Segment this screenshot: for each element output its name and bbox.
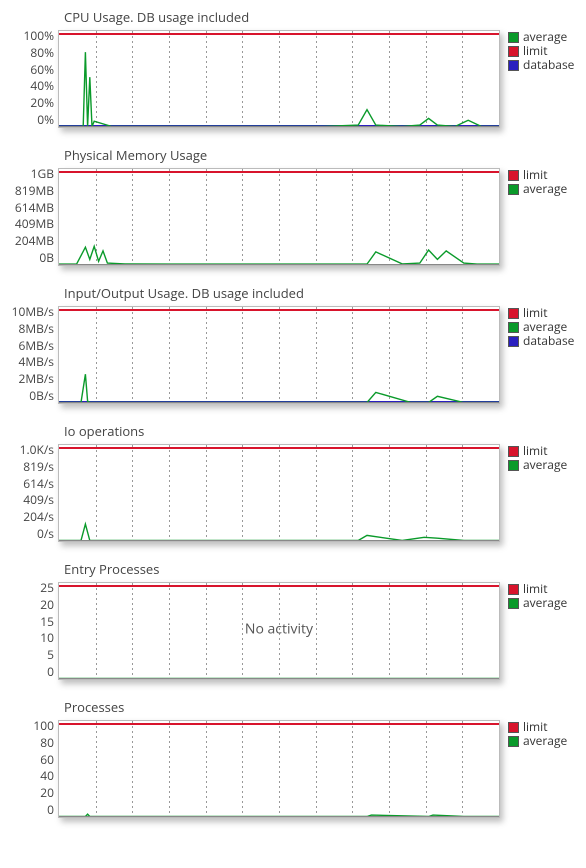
y-tick: 4MB/s xyxy=(18,356,54,368)
y-tick: 40 xyxy=(40,770,54,782)
average-swatch-icon xyxy=(508,184,519,195)
limit-swatch-icon xyxy=(508,46,519,57)
chart-ep: Entry Processes 25 20 15 10 5 0 No activitylimi… xyxy=(4,560,582,680)
legend-label: average xyxy=(523,734,567,748)
y-tick: 100% xyxy=(23,30,54,42)
y-tick: 20 xyxy=(40,599,54,611)
y-tick: 1.0K/s xyxy=(20,444,54,456)
y-tick: 409/s xyxy=(23,494,54,506)
plot-area xyxy=(58,720,500,818)
legend: limitaverage xyxy=(500,720,562,748)
legend-item-average: average xyxy=(508,182,562,196)
legend: limitaverage xyxy=(500,444,562,472)
y-tick: 80 xyxy=(40,737,54,749)
chart-cpu: CPU Usage. DB usage included 100% 80% 60% 40… xyxy=(4,8,582,128)
average-swatch-icon xyxy=(508,322,519,333)
chart-title: Processes xyxy=(64,698,582,716)
legend-item-average: average xyxy=(508,458,562,472)
y-tick: 409MB xyxy=(15,218,54,230)
plot-area xyxy=(58,444,500,542)
y-tick: 0 xyxy=(47,804,54,816)
y-axis: 1.0K/s 819/s 614/s 409/s 204/s 0/s xyxy=(4,444,58,540)
plot-area: No activity xyxy=(58,582,500,680)
y-tick: 204MB xyxy=(15,235,54,247)
y-tick: 20 xyxy=(40,787,54,799)
legend-item-database: database xyxy=(508,58,562,72)
series-average xyxy=(59,246,499,264)
limit-swatch-icon xyxy=(508,308,519,319)
average-swatch-icon xyxy=(508,460,519,471)
y-axis: 100 80 60 40 20 0 xyxy=(4,720,58,816)
y-tick: 614MB xyxy=(15,202,54,214)
chart-proc: Processes 100 80 60 40 20 0 limitaverage xyxy=(4,698,582,818)
y-tick: 204/s xyxy=(23,511,54,523)
series-average xyxy=(59,374,499,402)
y-tick: 819MB xyxy=(15,185,54,197)
legend-label: database xyxy=(523,334,574,348)
limit-swatch-icon xyxy=(508,722,519,733)
y-tick: 15 xyxy=(40,616,54,628)
legend-item-average: average xyxy=(508,596,562,610)
database-swatch-icon xyxy=(508,60,519,71)
y-tick: 0 xyxy=(47,666,54,678)
y-tick: 2MB/s xyxy=(18,373,54,385)
y-tick: 25 xyxy=(40,582,54,594)
y-tick: 10 xyxy=(40,632,54,644)
limit-swatch-icon xyxy=(508,170,519,181)
legend-label: average xyxy=(523,182,567,196)
plot-area xyxy=(58,168,500,266)
y-tick: 10MB/s xyxy=(12,306,54,318)
plot-area xyxy=(58,306,500,404)
legend: limitaverage xyxy=(500,168,562,196)
chart-iops: Io operations 1.0K/s 819/s 614/s 409/s 204/s 0… xyxy=(4,422,582,542)
y-tick: 0/s xyxy=(37,528,54,540)
chart-title: Io operations xyxy=(64,422,582,440)
legend: averagelimitdatabase xyxy=(500,30,562,72)
y-tick: 0B xyxy=(39,252,54,264)
y-axis: 1GB 819MB 614MB 409MB 204MB 0B xyxy=(4,168,58,264)
y-tick: 40% xyxy=(30,80,54,92)
chart-title: Physical Memory Usage xyxy=(64,146,582,164)
chart-io: Input/Output Usage. DB usage included 10M… xyxy=(4,284,582,404)
series-average xyxy=(59,524,499,540)
y-tick: 60% xyxy=(30,64,54,76)
series-average xyxy=(59,52,499,126)
y-tick: 0% xyxy=(37,114,54,126)
database-swatch-icon xyxy=(508,336,519,347)
y-tick: 20% xyxy=(30,97,54,109)
y-tick: 80% xyxy=(30,47,54,59)
y-tick: 5 xyxy=(47,649,54,661)
overlay-message: No activity xyxy=(59,620,499,639)
y-tick: 100 xyxy=(33,720,54,732)
y-axis: 10MB/s 8MB/s 6MB/s 4MB/s 2MB/s 0B/s xyxy=(4,306,58,402)
legend-label: average xyxy=(523,458,567,472)
y-axis: 100% 80% 60% 40% 20% 0% xyxy=(4,30,58,126)
legend-item-average: average xyxy=(508,734,562,748)
legend: limitaverage xyxy=(500,582,562,610)
limit-swatch-icon xyxy=(508,446,519,457)
legend-label: average xyxy=(523,596,567,610)
legend: limitaveragedatabase xyxy=(500,306,562,348)
chart-title: Entry Processes xyxy=(64,560,582,578)
plot-area xyxy=(58,30,500,128)
average-swatch-icon xyxy=(508,32,519,43)
y-tick: 0B/s xyxy=(29,390,54,402)
chart-title: Input/Output Usage. DB usage included xyxy=(64,284,582,302)
limit-swatch-icon xyxy=(508,584,519,595)
average-swatch-icon xyxy=(508,736,519,747)
average-swatch-icon xyxy=(508,598,519,609)
chart-mem: Physical Memory Usage 1GB 819MB 614MB 409MB 2… xyxy=(4,146,582,266)
y-tick: 614/s xyxy=(23,478,54,490)
legend-item-database: database xyxy=(508,334,562,348)
y-axis: 25 20 15 10 5 0 xyxy=(4,582,58,678)
y-tick: 819/s xyxy=(23,461,54,473)
y-tick: 60 xyxy=(40,754,54,766)
y-tick: 1GB xyxy=(31,168,54,180)
chart-title: CPU Usage. DB usage included xyxy=(64,8,582,26)
y-tick: 8MB/s xyxy=(18,323,54,335)
y-tick: 6MB/s xyxy=(18,340,54,352)
legend-label: database xyxy=(523,58,574,72)
